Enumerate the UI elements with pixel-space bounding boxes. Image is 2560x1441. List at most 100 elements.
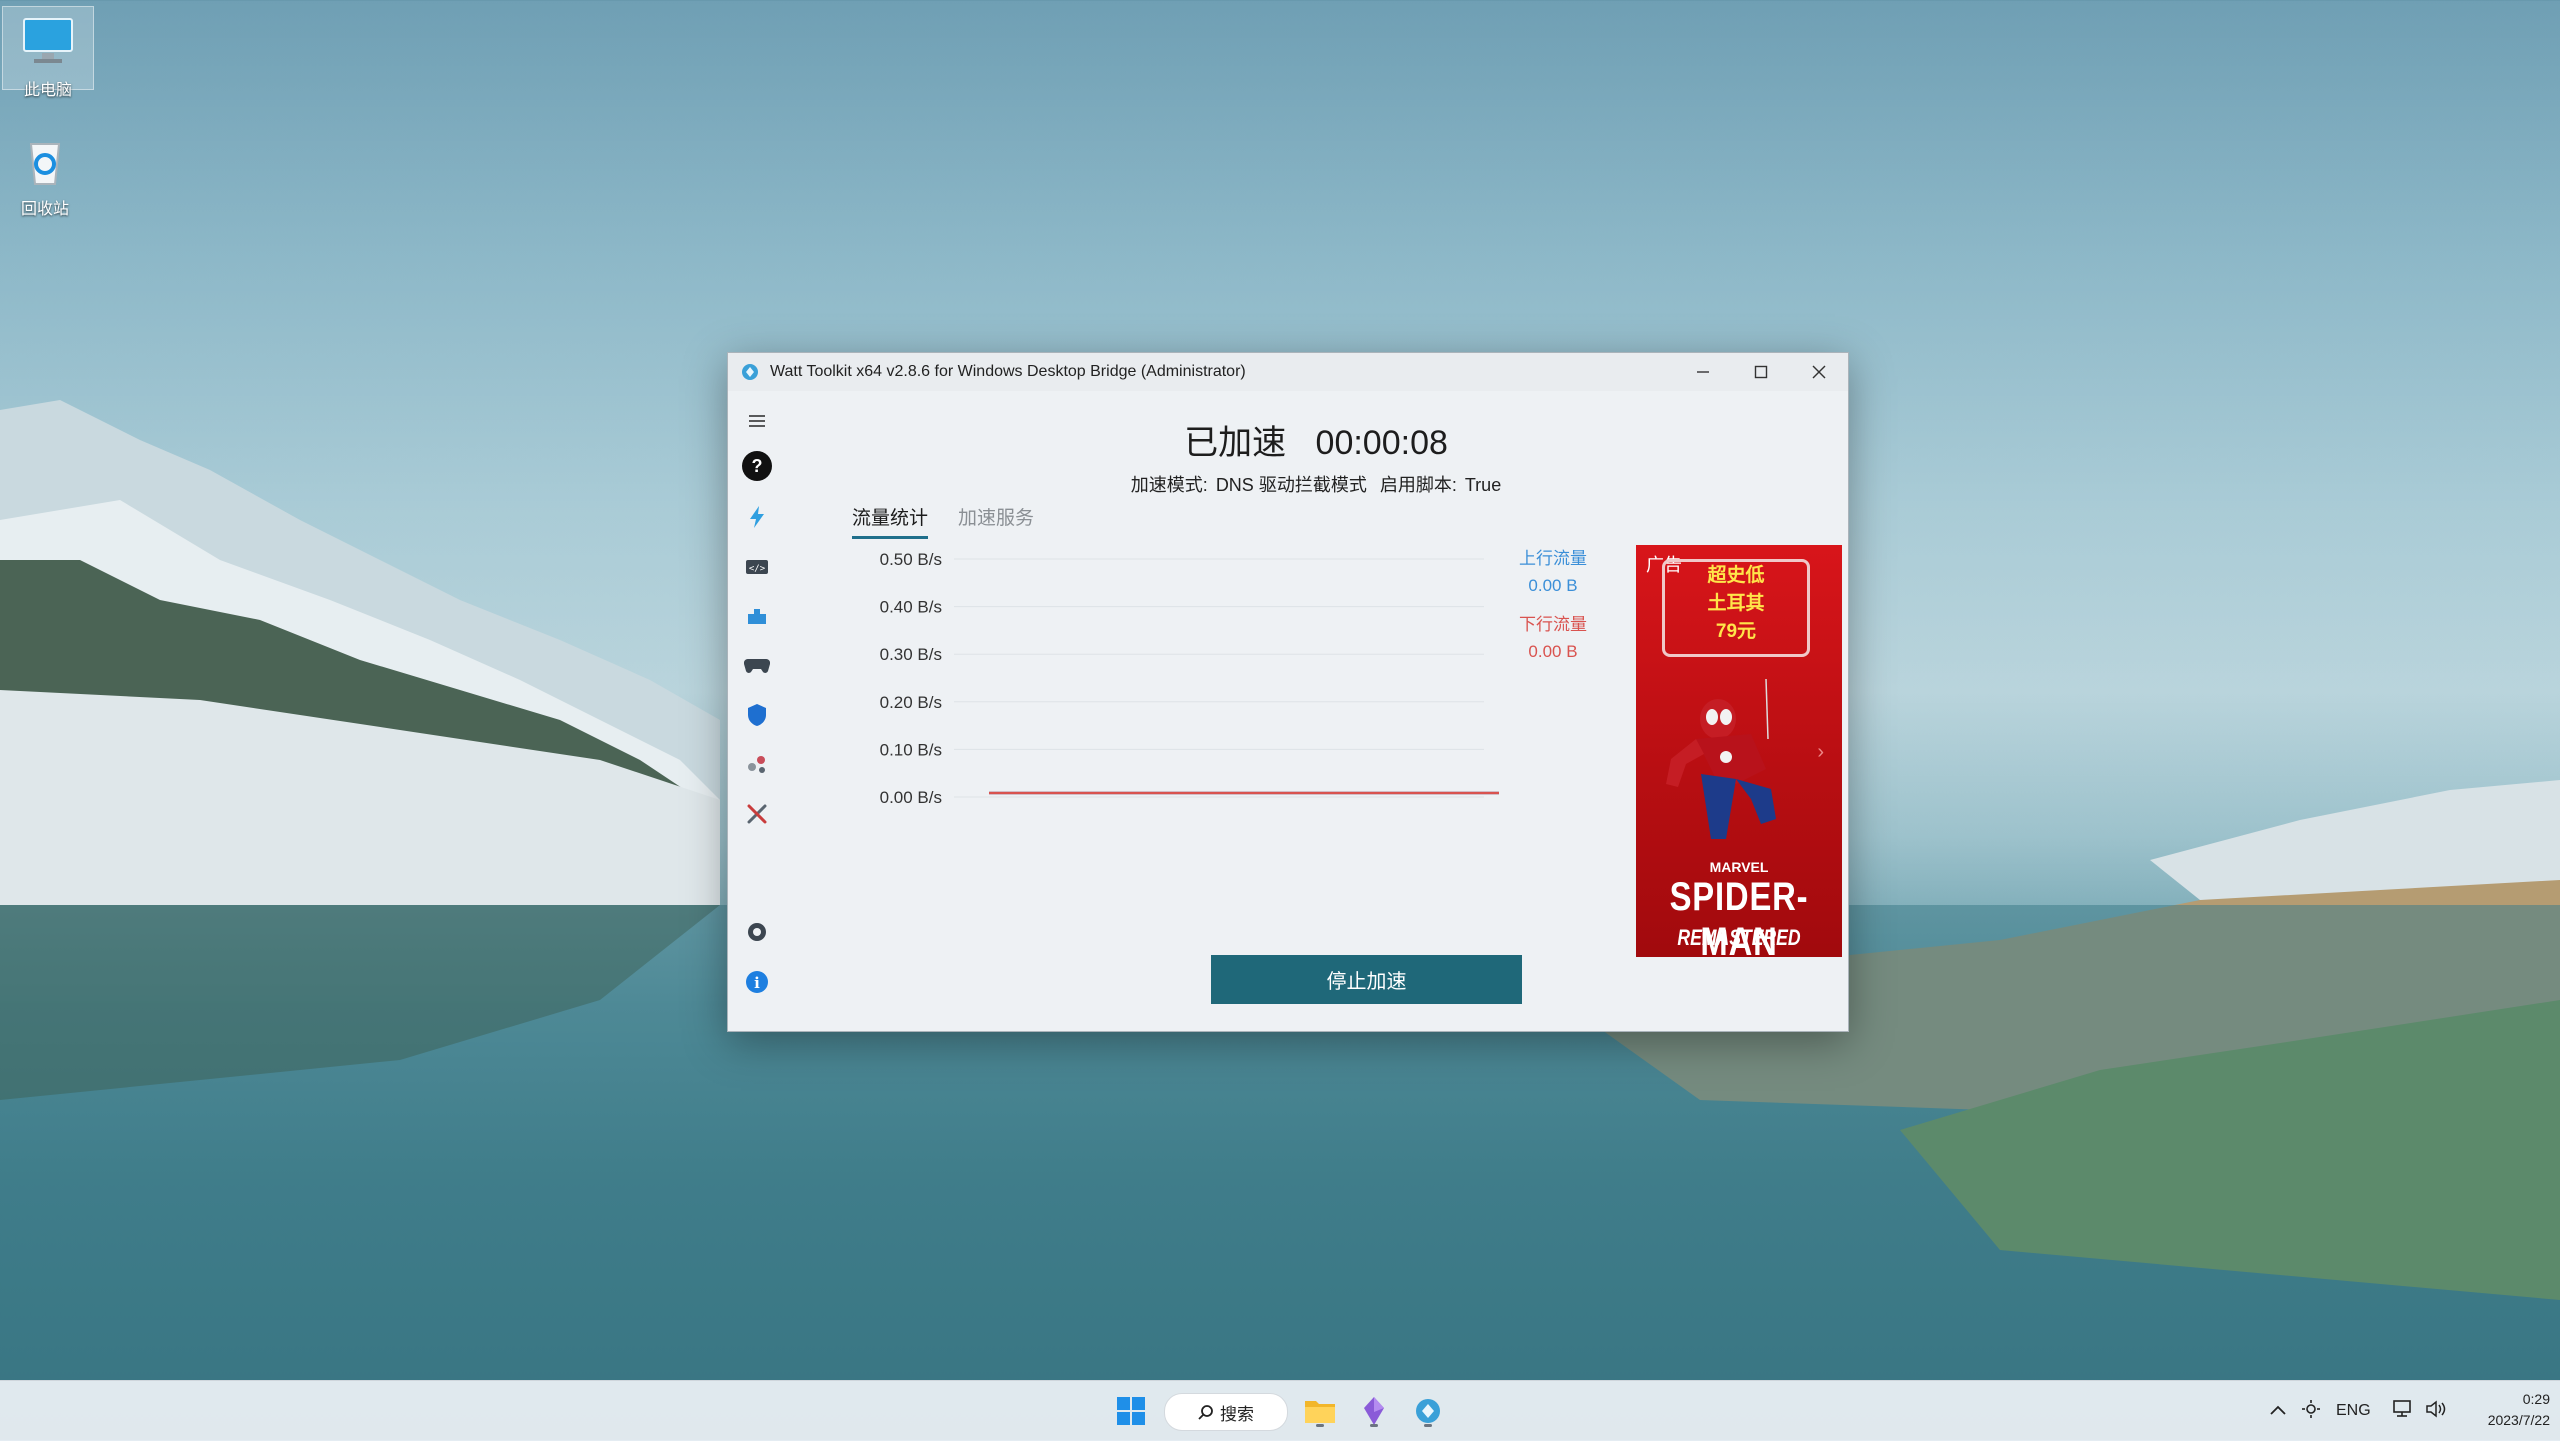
ad-line2: 土耳其 — [1707, 593, 1765, 614]
nav-about[interactable]: i — [742, 967, 772, 997]
nav-accelerate[interactable] — [742, 502, 772, 532]
y-tick-label: 0.10 B/s — [880, 740, 942, 759]
watt-toolkit-window: Watt Toolkit x64 v2.8.6 for Windows Desk… — [727, 352, 1849, 1032]
tray-brightness-icon[interactable] — [2302, 1399, 2320, 1423]
sidebar: ? </> i — [728, 391, 784, 1031]
download-legend: 下行流量 0.00 B — [1519, 611, 1587, 665]
monitor-icon — [23, 18, 73, 63]
nav-games[interactable] — [742, 650, 772, 680]
maximize-button[interactable] — [1732, 353, 1790, 391]
status-text: 已加速 — [1184, 424, 1287, 462]
input-language[interactable]: ENG — [2336, 1402, 2371, 1420]
x-tick-label: 00:29:10 — [1124, 806, 1190, 809]
spider-man-artwork — [1666, 679, 1776, 839]
taskbar: 搜索 ENG 0:29 2023/7/22 — [0, 1380, 2560, 1441]
upload-label: 上行流量 — [1519, 549, 1587, 568]
tab-traffic-stats[interactable]: 流量统计 — [852, 503, 929, 539]
taskbar-app-crystal[interactable] — [1354, 1391, 1394, 1431]
svg-text:</>: </> — [749, 564, 766, 574]
nav-settings[interactable] — [742, 917, 772, 947]
chevron-up-icon — [2270, 1405, 2286, 1415]
minimize-button[interactable] — [1674, 353, 1732, 391]
app-logo-icon — [742, 364, 758, 380]
clock-date: 2023/7/22 — [2487, 1412, 2550, 1428]
download-label: 下行流量 — [1519, 615, 1587, 634]
accel-status: 已加速 00:00:08 — [784, 415, 1848, 464]
nav-help[interactable]: ? — [742, 451, 772, 481]
help-icon: ? — [742, 451, 772, 481]
shield-icon — [748, 704, 766, 726]
close-button[interactable] — [1790, 353, 1848, 391]
taskbar-file-explorer[interactable] — [1300, 1391, 1340, 1431]
puzzle-icon — [748, 609, 766, 624]
svg-text:?: ? — [752, 456, 763, 476]
x-tick-label-faded: 00:29:0 — [1056, 806, 1113, 809]
ad-brand: MARVEL — [1709, 859, 1769, 875]
y-tick-label: 0.00 B/s — [880, 788, 942, 807]
upload-value: 0.00 B — [1528, 576, 1578, 595]
y-tick-label: 0.50 B/s — [880, 550, 942, 569]
tools-icon — [747, 804, 767, 824]
desktop-icon-label: 回收站 — [20, 201, 69, 218]
nav-tools[interactable] — [742, 799, 772, 829]
lightning-icon — [750, 506, 764, 528]
ad-price-box: 超史低 土耳其 79元 — [1662, 559, 1810, 657]
elapsed-timer: 00:00:08 — [1315, 424, 1448, 462]
close-icon — [1812, 365, 1826, 379]
running-indicator — [1316, 1424, 1324, 1427]
share-icon — [748, 756, 765, 773]
taskbar-clock[interactable]: 0:29 2023/7/22 — [2488, 1389, 2550, 1431]
nav-share[interactable] — [742, 749, 772, 779]
ad-subtitle: REMASTERED — [1677, 925, 1801, 950]
svg-text:i: i — [754, 974, 760, 992]
stop-acceleration-button[interactable]: 停止加速 — [1211, 955, 1522, 1004]
desktop-icon-recycle-bin[interactable]: 回收站 — [0, 126, 90, 218]
search-label: 搜索 — [1220, 1404, 1254, 1424]
title-bar[interactable]: Watt Toolkit x64 v2.8.6 for Windows Desk… — [728, 353, 1848, 391]
tray-overflow-chevron-icon[interactable] — [2270, 1402, 2286, 1420]
crystal-icon — [1364, 1397, 1384, 1425]
desktop-icon-this-pc[interactable]: 此电脑 — [2, 6, 94, 99]
folder-icon — [1305, 1401, 1335, 1423]
y-tick-label: 0.40 B/s — [880, 598, 942, 617]
tray-network-icon[interactable] — [2392, 1399, 2413, 1423]
x-tick-label: 00:29:08 — [994, 806, 1060, 809]
x-tick-label: 00:29:12 — [1254, 806, 1320, 809]
mode-value: DNS 驱动拦截模式 — [1215, 475, 1367, 495]
system-tray: ENG — [2270, 1381, 2447, 1441]
gamepad-icon — [744, 658, 770, 673]
running-indicator — [1370, 1424, 1378, 1427]
traffic-chart: 0.50 B/s 0.40 B/s 0.30 B/s 0.20 B/s 0.10 B/s… — [880, 550, 1499, 809]
maximize-icon — [1754, 365, 1768, 379]
nav-extensions[interactable] — [742, 601, 772, 631]
settings-icon — [748, 923, 766, 941]
menu-button[interactable] — [742, 406, 772, 436]
network-icon — [2392, 1399, 2411, 1417]
search-icon — [1198, 1405, 1213, 1420]
x-tick-label-faded: 00:29:0 — [926, 806, 983, 809]
main-content: 已加速 00:00:08 加速模式: DNS 驱动拦截模式 启用脚本: True 流… — [784, 391, 1848, 1031]
nav-security[interactable] — [742, 700, 772, 730]
script-label: 启用脚本: — [1379, 475, 1457, 495]
menu-icon — [749, 415, 765, 427]
ad-next-chevron-icon[interactable]: › — [1817, 741, 1824, 764]
x-tick-label-faded: 00:29:1 — [1316, 806, 1373, 809]
desktop-icon-label: 此电脑 — [23, 82, 72, 99]
x-tick-label-faded: 00:29:1 — [1186, 806, 1243, 809]
taskbar-search[interactable]: 搜索 — [1164, 1393, 1288, 1431]
tray-volume-icon[interactable] — [2425, 1399, 2447, 1423]
ad-banner[interactable]: 广告 超史低 土耳其 79元 › MARVEL SPIDER-MAN REMAS… — [1636, 545, 1842, 957]
upload-legend: 上行流量 0.00 B — [1519, 545, 1587, 599]
y-tick-label: 0.30 B/s — [880, 645, 942, 664]
taskbar-watt-toolkit[interactable] — [1408, 1391, 1448, 1431]
windows-logo-icon — [1117, 1397, 1145, 1425]
nav-script[interactable]: </> — [742, 552, 772, 582]
code-icon: </> — [746, 560, 768, 574]
window-title: Watt Toolkit x64 v2.8.6 for Windows Desk… — [770, 363, 1246, 380]
tab-accel-services[interactable]: 加速服务 — [958, 503, 1034, 539]
ad-line3: 79元 — [1715, 621, 1757, 642]
running-indicator — [1424, 1424, 1432, 1427]
sun-icon — [2302, 1399, 2320, 1418]
start-button[interactable] — [1113, 1393, 1149, 1429]
mode-line: 加速模式: DNS 驱动拦截模式 启用脚本: True — [784, 471, 1848, 497]
